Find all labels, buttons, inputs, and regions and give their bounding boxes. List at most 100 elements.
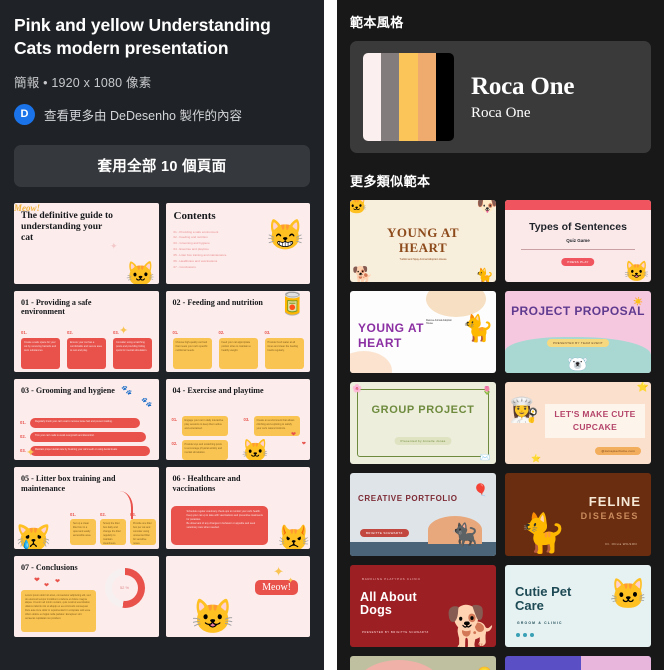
cat-photo: 🐈 <box>519 512 567 555</box>
slide-thumbnail-8[interactable]: 06 - Healthcare and vaccinations 01. 02.… <box>165 467 310 549</box>
template-subtitle: Quiz Game <box>566 238 590 243</box>
template-subtitle: BRIGITTE SCHWARTZ <box>360 528 409 537</box>
info-card: Create a safe space for your cat by remo… <box>21 337 60 369</box>
template-card-partial-right[interactable]: ✦ <box>505 655 651 670</box>
dot <box>523 632 527 637</box>
template-card-young-at-heart-white[interactable]: YOUNG AT HEART Rescue Animal Adoption Ho… <box>350 291 496 374</box>
sparkle-icon: ✦ <box>26 447 36 460</box>
shape-decoration <box>354 659 444 670</box>
panel-divider <box>324 0 337 670</box>
slide-thumbnail-10[interactable]: 😺 Meow! ✦ ✦ <box>165 555 310 637</box>
template-card-all-about-dogs[interactable]: BARKLING PLATYPUS CLINIC All About Dogs … <box>350 564 496 647</box>
list-item: 07 - Conclusions <box>173 265 196 270</box>
paw-icon: 🐾 <box>121 385 133 396</box>
swatch-5 <box>435 53 454 141</box>
girl-illustration: 👩‍🍳 <box>509 397 539 425</box>
heart-icon: ❤ <box>55 578 61 585</box>
donut-value-label: 52 % <box>119 585 130 591</box>
template-subtitle: Presented by Annelle Jonas <box>394 437 452 446</box>
shape-decoration <box>581 655 651 670</box>
squiggle-decoration <box>111 491 133 520</box>
swatch-4 <box>417 53 436 141</box>
left-detail-panel: Pink and yellow Understanding Cats moder… <box>0 0 324 670</box>
template-title: PROJECT PROPOSAL <box>511 304 645 319</box>
cat-illustration: 🐱 <box>241 438 269 461</box>
template-title: Types of Sentences <box>529 221 627 233</box>
slide-thumbnail-2[interactable]: Contents 01 - Providing a safe environme… <box>165 202 310 284</box>
sparkle-icon: ✦ <box>273 563 284 579</box>
slide-thumbnail-6[interactable]: 04 - Exercise and playtime 01. 02. 03. E… <box>165 379 310 461</box>
step-label: 02. <box>100 512 106 518</box>
crying-cat-illustration: 😿 <box>16 522 51 549</box>
avatar: D <box>14 103 35 125</box>
step-label: 02. <box>171 441 178 447</box>
slide-4-title: 02 - Feeding and nutrition <box>172 297 263 307</box>
star-icon: ⭐ <box>636 382 649 394</box>
author-label: 查看更多由 DeDesenho 製作的內容 <box>44 108 242 123</box>
dog-illustration: 🐕 <box>445 603 496 647</box>
similar-templates-heading: 更多類似範本 <box>350 174 431 189</box>
star-icon: ⭐ <box>531 454 541 464</box>
template-card-cutie-pet-care[interactable]: Cutie Pet Care GROOM & CLINIC 🐱 <box>505 564 651 647</box>
angry-cat-illustration: 😾 <box>277 523 310 549</box>
slide-thumbnail-3[interactable]: 01 - Providing a safe environment 01. 02… <box>14 290 159 373</box>
step-label: 01. <box>172 329 179 335</box>
slide-3-title: 01 - Providing a safe environment <box>21 297 92 317</box>
doc-meta: 簡報 • 1920 x 1080 像素 <box>14 75 152 90</box>
template-subtitle: Tuddol and Spay Animal Adoption House <box>399 258 447 261</box>
info-card: Engage your cat in daily interactive pla… <box>181 416 228 437</box>
template-card-feline-diseases[interactable]: FELINE DISEASES Dr. Olivia WILSON 🐈 <box>505 473 651 556</box>
page-title: Pink and yellow Understanding Cats moder… <box>14 15 271 59</box>
step-label: 03. <box>243 417 250 423</box>
template-card-types-of-sentences[interactable]: Types of Sentences Quiz Game PRESS PLAY … <box>505 200 651 283</box>
info-card: Provide toys and scratching posts to enc… <box>181 440 228 461</box>
slide-1-title: The definitive guide to understanding yo… <box>21 209 113 244</box>
dog-illustration: 🐶 <box>476 200 496 215</box>
right-style-panel: 範本風格 Roca One Roca One 更多類似範本 YOUNG AT H… <box>337 0 664 670</box>
slide-thumbnail-1[interactable]: The definitive guide to understanding yo… <box>14 202 159 284</box>
slide-2-title: Contents <box>173 209 216 222</box>
slide-5-title: 03 - Grooming and hygiene <box>21 386 115 396</box>
author-link[interactable]: D 查看更多由 DeDesenho 製作的內容 <box>14 103 310 125</box>
template-card-creative-portfolio[interactable]: CREATIVE PORTFOLIO BRIGITTE SCHWARTZ 🐈‍⬛… <box>350 473 496 556</box>
apply-all-pages-button[interactable]: 套用全部 10 個頁面 <box>14 144 310 187</box>
slide-6-title: 04 - Exercise and playtime <box>172 386 264 396</box>
slide-thumbnail-7[interactable]: 05 - Litter box training and maintenance… <box>14 467 159 549</box>
donut-chart: 52 % <box>104 567 145 608</box>
template-details-screen: Pink and yellow Understanding Cats moder… <box>0 0 664 670</box>
template-card-partial-left[interactable]: 🙂 <box>350 655 496 670</box>
sparkle-icon: ✦ <box>119 324 129 337</box>
step-label: 03. <box>113 329 119 335</box>
template-caption: Dr. Olivia WILSON <box>605 541 637 546</box>
step-label: 02. <box>67 329 73 335</box>
template-title: FELINE <box>588 494 641 510</box>
template-subtitle: PRESENTED BY TEAM EVENT <box>547 339 609 348</box>
step-label: 02. <box>20 434 26 440</box>
step-label: 03. <box>20 448 26 454</box>
template-card-young-at-heart-cream[interactable]: YOUNG AT HEART Tuddol and Spay Animal Ad… <box>350 200 496 283</box>
heart-icon: ❤ <box>44 582 50 589</box>
template-title: YOUNG AT HEART <box>386 225 459 255</box>
paw-icon: 🐾 <box>141 397 153 408</box>
slide-thumbnail-4[interactable]: 02 - Feeding and nutrition 01. 02. 03. C… <box>165 290 310 373</box>
info-line: Keep your cat up to date with vaccinatio… <box>186 514 263 522</box>
info-card: Scoop the litter box daily and change th… <box>100 519 126 546</box>
template-card-project-proposal[interactable]: PROJECT PROPOSAL PRESENTED BY TEAM EVENT… <box>505 291 651 374</box>
envelope-icon: ✉️ <box>480 453 490 463</box>
press-play-button[interactable]: PRESS PLAY <box>561 258 595 266</box>
cat-illustration: 😸 <box>266 218 304 252</box>
slide-thumbnail-9[interactable]: 07 - Conclusions 52 % Lorem ipsum dolor … <box>14 555 159 637</box>
template-subtitle: GROOM & CLINIC <box>517 620 563 625</box>
slide-thumbnail-5[interactable]: 03 - Grooming and hygiene 01. 02. 03. Re… <box>14 379 159 461</box>
step-label: 01. <box>20 420 26 426</box>
template-subtitle: Rescue Animal Adoption House <box>426 319 452 326</box>
template-card-group-project[interactable]: GROUP PROJECT Presented by Annelle Jonas… <box>350 382 496 465</box>
template-kicker: BARKLING PLATYPUS CLINIC <box>362 576 421 581</box>
template-title: YOUNG AT HEART <box>358 321 424 351</box>
template-style-card[interactable]: Roca One Roca One <box>350 41 651 153</box>
dots-indicator <box>516 632 534 637</box>
template-title: All About Dogs <box>360 589 417 618</box>
template-card-lets-make-cute-cupcake[interactable]: LET'S MAKE CUTE CUPCAKE @cutiepiechotie.… <box>505 382 651 465</box>
font-preview: Roca One Roca One <box>471 74 574 121</box>
info-card: Feed your cat appropriate portion sizes … <box>218 337 258 369</box>
